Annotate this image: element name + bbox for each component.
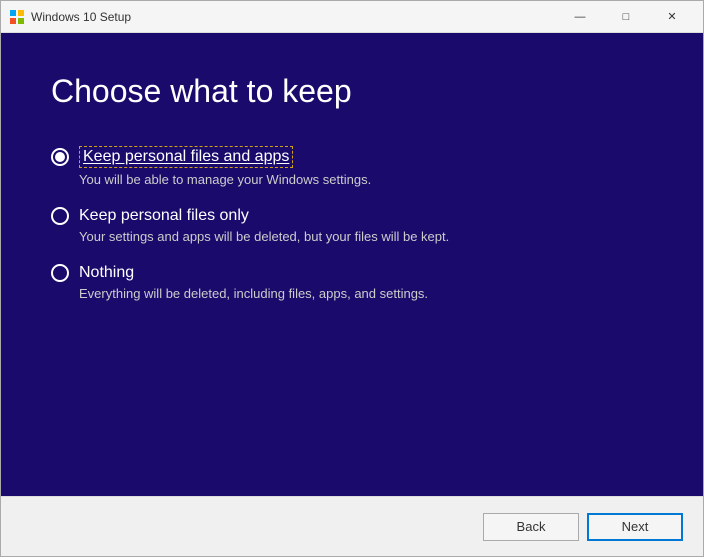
window: Windows 10 Setup — □ ✕ Choose what to ke…: [0, 0, 704, 557]
option-3-row[interactable]: Nothing: [51, 264, 653, 282]
main-content: Choose what to keep Keep personal files …: [1, 33, 703, 496]
titlebar-controls: — □ ✕: [557, 1, 695, 33]
titlebar: Windows 10 Setup — □ ✕: [1, 1, 703, 33]
option-nothing: Nothing Everything will be deleted, incl…: [51, 264, 653, 301]
option-keep-files-only: Keep personal files only Your settings a…: [51, 207, 653, 244]
option-2-desc: Your settings and apps will be deleted, …: [79, 229, 653, 244]
app-icon: [9, 9, 25, 25]
footer: Back Next: [1, 496, 703, 556]
option-1-label[interactable]: Keep personal files and apps: [79, 146, 293, 168]
radio-keep-files-only[interactable]: [51, 207, 69, 225]
option-3-desc: Everything will be deleted, including fi…: [79, 286, 653, 301]
close-button[interactable]: ✕: [649, 1, 695, 33]
page-title: Choose what to keep: [51, 73, 653, 110]
option-3-label[interactable]: Nothing: [79, 264, 134, 282]
option-1-desc: You will be able to manage your Windows …: [79, 172, 653, 187]
window-title: Windows 10 Setup: [31, 10, 557, 24]
option-2-row[interactable]: Keep personal files only: [51, 207, 653, 225]
back-button[interactable]: Back: [483, 513, 579, 541]
option-2-label[interactable]: Keep personal files only: [79, 207, 249, 225]
radio-nothing[interactable]: [51, 264, 69, 282]
radio-keep-files-and-apps[interactable]: [51, 148, 69, 166]
option-keep-files-and-apps: Keep personal files and apps You will be…: [51, 146, 653, 187]
restore-button[interactable]: □: [603, 1, 649, 33]
option-1-row[interactable]: Keep personal files and apps: [51, 146, 653, 168]
options-list: Keep personal files and apps You will be…: [51, 146, 653, 466]
next-button[interactable]: Next: [587, 513, 683, 541]
minimize-button[interactable]: —: [557, 1, 603, 33]
